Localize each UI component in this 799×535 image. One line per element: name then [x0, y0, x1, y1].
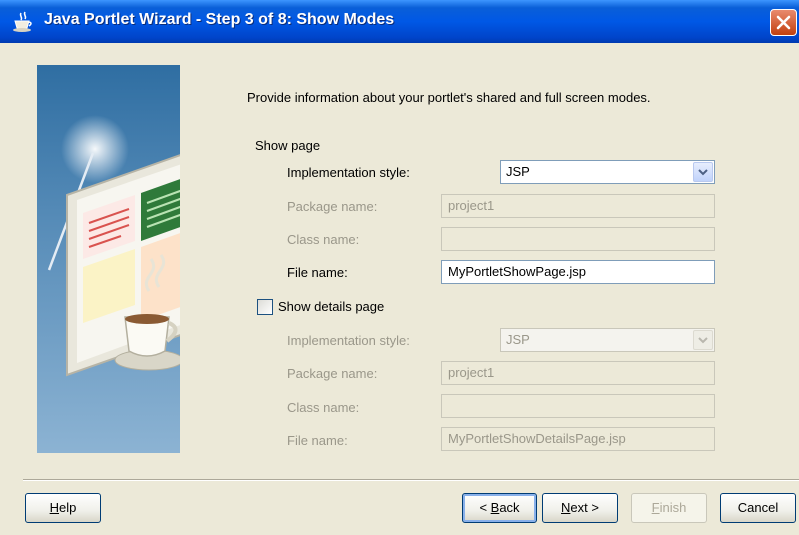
details-package-label: Package name: — [287, 366, 378, 381]
show-details-checkbox[interactable] — [257, 299, 273, 315]
button-separator — [23, 479, 799, 481]
cancel-button[interactable]: Cancel — [720, 493, 796, 523]
details-file-label: File name: — [287, 433, 348, 448]
show-page-heading: Show page — [255, 138, 321, 153]
chevron-down-icon[interactable] — [693, 162, 713, 182]
show-package-label: Package name: — [287, 199, 378, 214]
show-impl-style-select[interactable]: JSP — [500, 160, 715, 184]
show-package-field: project1 — [441, 194, 715, 218]
details-package-field: project1 — [441, 361, 715, 385]
intro-text: Provide information about your portlet's… — [247, 90, 651, 105]
window-title: Java Portlet Wizard - Step 3 of 8: Show … — [44, 11, 395, 28]
show-class-label: Class name: — [287, 232, 360, 247]
show-file-field[interactable]: MyPortletShowPage.jsp — [441, 260, 715, 284]
details-file-field: MyPortletShowDetailsPage.jsp — [441, 427, 715, 451]
chevron-down-icon — [693, 330, 713, 350]
title-bar[interactable]: Java Portlet Wizard - Step 3 of 8: Show … — [0, 0, 799, 43]
help-button[interactable]: Help — [25, 493, 101, 523]
show-impl-style-value: JSP — [506, 164, 530, 179]
details-class-label: Class name: — [287, 400, 360, 415]
close-button[interactable] — [770, 9, 797, 36]
finish-button: Finish — [631, 493, 707, 523]
wizard-illustration — [37, 65, 180, 453]
details-class-field — [441, 394, 715, 418]
back-button[interactable]: < Back — [462, 493, 537, 523]
dialog-content: Provide information about your portlet's… — [0, 43, 799, 535]
details-impl-style-select: JSP — [500, 328, 715, 352]
show-file-label: File name: — [287, 265, 348, 280]
show-impl-style-label: Implementation style: — [287, 165, 410, 180]
show-class-field — [441, 227, 715, 251]
wizard-window: Java Portlet Wizard - Step 3 of 8: Show … — [0, 0, 799, 535]
close-icon — [776, 15, 791, 30]
show-details-label[interactable]: Show details page — [278, 299, 384, 314]
coffee-cup-icon — [12, 11, 34, 33]
details-impl-style-label: Implementation style: — [287, 333, 410, 348]
details-impl-style-value: JSP — [506, 332, 530, 347]
next-button[interactable]: Next > — [542, 493, 618, 523]
